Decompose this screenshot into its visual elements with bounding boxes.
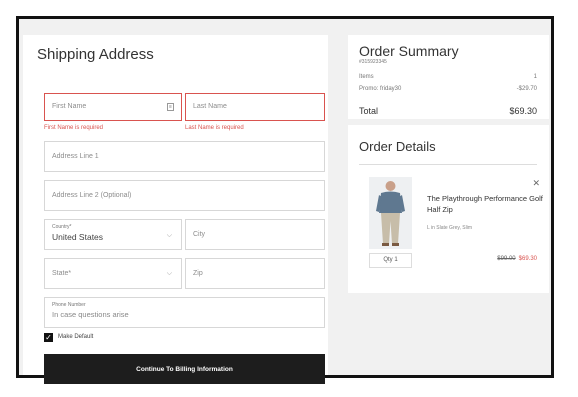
order-summary-title: Order Summary xyxy=(359,43,459,59)
product-name[interactable]: The Playthrough Performance Golf Half Zi… xyxy=(427,193,545,215)
product-model-image xyxy=(369,177,412,249)
first-name-error: First Name is required xyxy=(44,125,104,131)
order-details-title: Order Details xyxy=(359,139,436,154)
product-variant: L in Slate Grey, Slim xyxy=(427,225,473,231)
sale-price: $69.30 xyxy=(518,256,537,262)
address-line-2-placeholder: Address Line 2 (Optional) xyxy=(52,192,132,199)
address-line-2-field[interactable]: Address Line 2 (Optional) xyxy=(44,180,325,211)
order-details-panel: Order Details ✕ The Playthrough Performa… xyxy=(348,125,549,293)
promo-amount: -$29.70 xyxy=(516,86,537,92)
promo-row: Promo: friday30 -$29.70 xyxy=(359,86,537,92)
continue-to-billing-button[interactable]: Continue To Billing Information xyxy=(44,354,325,384)
phone-placeholder: In case questions arise xyxy=(52,310,129,319)
promo-label: Promo: friday30 xyxy=(359,86,402,92)
country-select[interactable]: Country* United States ⌵ xyxy=(44,219,182,250)
checkmark-icon: ✓ xyxy=(45,333,52,342)
close-icon[interactable]: ✕ xyxy=(532,178,540,189)
autofill-card-icon[interactable]: ≡ xyxy=(167,103,174,111)
zip-placeholder: Zip xyxy=(193,270,203,277)
total-row: Total $69.30 xyxy=(359,106,537,116)
original-price: $99.00 xyxy=(497,256,516,262)
shipping-address-panel: Shipping Address First Name ≡ Last Name … xyxy=(23,35,328,384)
last-name-placeholder: Last Name xyxy=(193,103,227,110)
zip-field[interactable]: Zip xyxy=(185,258,325,289)
address-line-1-placeholder: Address Line 1 xyxy=(52,153,99,160)
country-value: United States xyxy=(52,232,104,242)
address-line-1-field[interactable]: Address Line 1 xyxy=(44,141,325,172)
quantity-select[interactable]: Qty 1 xyxy=(369,253,412,268)
city-field[interactable]: City xyxy=(185,219,325,250)
country-label: Country* xyxy=(52,224,72,230)
chevron-down-icon: ⌵ xyxy=(166,270,172,277)
product-image xyxy=(369,177,412,249)
last-name-field[interactable]: Last Name xyxy=(185,93,325,121)
checkout-frame: Shipping Address First Name ≡ Last Name … xyxy=(16,16,554,384)
first-name-placeholder: First Name xyxy=(52,103,87,110)
product-price: $99.00 $69.30 xyxy=(497,256,537,262)
page-title: Shipping Address xyxy=(37,46,154,63)
state-placeholder: State* xyxy=(52,270,72,277)
make-default-label: Make Default xyxy=(58,334,94,340)
last-name-error: Last Name is required xyxy=(185,125,244,131)
order-number: #315923345 xyxy=(359,59,387,65)
make-default-checkbox[interactable]: ✓ xyxy=(44,333,53,342)
phone-label: Phone Number xyxy=(52,302,86,308)
first-name-field[interactable]: First Name ≡ xyxy=(44,93,182,121)
chevron-down-icon: ⌵ xyxy=(166,232,172,239)
items-count: 1 xyxy=(533,74,537,80)
order-summary-panel: Order Summary #315923345 Items 1 Promo: … xyxy=(348,35,549,119)
divider xyxy=(359,164,537,165)
city-placeholder: City xyxy=(193,231,206,238)
items-label: Items xyxy=(359,74,374,80)
items-row: Items 1 xyxy=(359,74,537,80)
state-select[interactable]: State* ⌵ xyxy=(44,258,182,289)
total-amount: $69.30 xyxy=(509,106,537,116)
total-label: Total xyxy=(359,106,379,116)
phone-field[interactable]: Phone Number In case questions arise xyxy=(44,297,325,328)
